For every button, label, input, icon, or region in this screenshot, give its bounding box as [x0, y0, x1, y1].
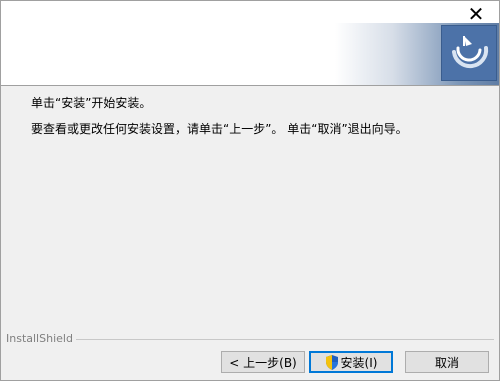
cancel-button[interactable]: 取消 [405, 351, 489, 373]
installer-window: ✕ 单击“安装”开始安装。 要查看或更改任何安装设置，请单击“上一步”。 单击“… [0, 0, 500, 381]
message-line-2: 要查看或更改任何安装设置，请单击“上一步”。 单击“取消”退出向导。 [31, 122, 408, 136]
install-button[interactable]: 安装(I) [309, 351, 393, 373]
installshield-logo-icon [441, 25, 497, 81]
cancel-button-label: 取消 [434, 355, 459, 370]
close-button[interactable]: ✕ [459, 3, 493, 25]
installshield-label: InstallShield [6, 332, 76, 345]
header-banner: ✕ [1, 1, 499, 86]
back-button[interactable]: < 上一步(B) [221, 351, 305, 373]
uac-shield-icon [325, 354, 338, 370]
install-button-label: 安装(I) [340, 355, 378, 370]
back-button-label: < 上一步(B) [229, 355, 297, 370]
close-icon: ✕ [467, 2, 485, 26]
footer-divider [6, 339, 494, 341]
message-line-1: 单击“安装”开始安装。 [31, 96, 152, 110]
message-area: 单击“安装”开始安装。 要查看或更改任何安装设置，请单击“上一步”。 单击“取消… [31, 96, 408, 148]
